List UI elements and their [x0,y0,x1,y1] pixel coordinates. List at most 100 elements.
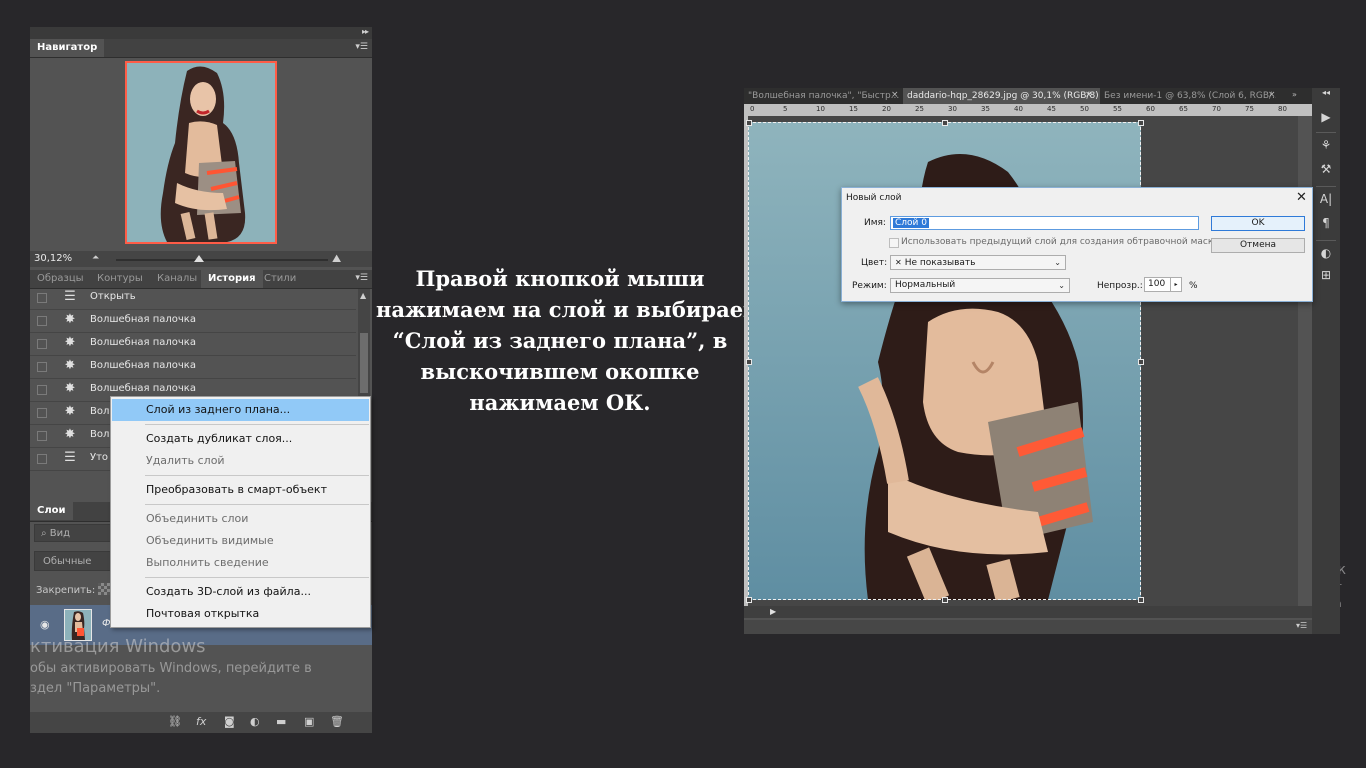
history-scrollbar-thumb[interactable] [360,333,368,393]
tab-layers[interactable]: Слои [30,502,73,520]
collapse-icon[interactable]: ◂◂ [1312,88,1340,97]
layers-filter-select[interactable]: ⌕ Вид [34,524,114,542]
document-tab[interactable]: Без имени-1 @ 63,8% (Слой 6, RGB/... [1100,88,1276,104]
brush-settings-icon[interactable]: ⚘ [1312,138,1340,152]
tab-styles[interactable]: Стили [257,270,303,288]
mode-select[interactable]: Нормальный ⌄ [890,278,1070,293]
adjustments-icon[interactable]: ◐ [1312,246,1340,260]
new-layer-icon[interactable]: ▣ [304,715,314,728]
mode-value: Нормальный [895,280,956,290]
color-select[interactable]: ✕ Не показывать ⌄ [890,255,1066,270]
menu-item-duplicate-layer[interactable]: Создать дубликат слоя... [112,428,369,450]
transform-handle[interactable] [746,597,752,603]
history-snapshot-checkbox[interactable] [37,408,47,418]
play-action-icon[interactable]: ▶ [1312,110,1340,124]
history-item[interactable]: ☰ Открыть [30,287,356,310]
status-menu-icon[interactable]: ▾☰ [1296,621,1307,630]
close-tab-icon[interactable]: × [1085,90,1093,100]
eye-icon[interactable]: ◉ [40,618,50,631]
history-item-label: Уто [90,452,109,463]
paragraph-icon[interactable]: ¶ [1312,216,1340,230]
layer-name-input[interactable]: Слой 0 [890,216,1199,230]
document-tab[interactable]: "Волшебная палочка", "Быстр... [744,88,907,104]
transform-handle[interactable] [1138,120,1144,126]
menu-item-merge-visible: Объединить видимые [146,534,274,547]
transform-handle[interactable] [746,120,752,126]
menu-separator [145,577,369,578]
cancel-button[interactable]: Отмена [1211,238,1305,253]
new-group-icon[interactable]: ▬ [276,715,286,728]
transform-handle[interactable] [1138,359,1144,365]
document-tab-label: "Волшебная палочка", "Быстр... [748,91,900,101]
history-snapshot-checkbox[interactable] [37,293,47,303]
history-snapshot-checkbox[interactable] [37,431,47,441]
tool-presets-icon[interactable]: ⚒ [1312,162,1340,176]
panel-dock-header: ▸▸ [30,27,372,39]
transform-handle[interactable] [746,359,752,365]
transform-handle[interactable] [1138,597,1144,603]
tab-swatches[interactable]: Образцы [30,270,91,288]
trash-icon[interactable]: 🗑 [330,715,344,728]
horizontal-scrollbar[interactable]: ▶ [744,606,1312,618]
windows-activation-title: ктивация Windows [30,636,206,657]
scroll-right-icon[interactable]: ▶ [770,607,776,616]
tool-separator [1316,186,1336,187]
history-snapshot-checkbox[interactable] [37,362,47,372]
clipping-mask-checkbox[interactable] [889,238,899,248]
tab-navigator[interactable]: Навигатор [30,39,105,57]
lock-transparency-icon[interactable] [98,583,110,595]
document-tab-active[interactable]: daddario-hqp_28629.jpg @ 30,1% (RGB/8) [903,88,1100,104]
tab-channels[interactable]: Каналы [150,270,204,288]
history-item[interactable]: ✸ Волшебная палочка [30,356,356,379]
panel-menu-icon[interactable]: ▾☰ [355,42,368,52]
menu-item-convert-smart-object[interactable]: Преобразовать в смарт-объект [112,479,369,501]
tab-history[interactable]: История [201,270,263,288]
history-item[interactable]: ✸ Волшебная палочка [30,310,356,333]
close-icon[interactable]: ✕ [1296,190,1307,205]
ruler-label: 20 [882,105,891,113]
zoom-in-icon[interactable]: ⛰ [332,252,341,266]
zoom-slider-thumb[interactable] [194,255,204,262]
history-snapshot-checkbox[interactable] [37,339,47,349]
history-snapshot-checkbox[interactable] [37,454,47,464]
opacity-label: Непрозр.: [1097,281,1143,291]
info-icon[interactable]: ⊞ [1312,268,1340,282]
adjustment-layer-icon[interactable]: ◐ [250,715,260,728]
ok-button[interactable]: OK [1211,216,1305,231]
menu-item-layer-from-background[interactable]: Слой из заднего плана... [112,399,369,421]
history-item[interactable]: ✸ Волшебная палочка [30,333,356,356]
opacity-input[interactable]: 100 ▸ [1144,277,1182,292]
zoom-out-icon[interactable]: ⏶ [92,253,99,263]
history-snapshot-checkbox[interactable] [37,385,47,395]
instruction-line: Правой кнопкой мыши [415,266,705,291]
dialog-title: Новый слой [846,193,902,203]
ruler-horizontal[interactable]: 0 5 10 15 20 25 30 35 40 45 50 55 60 65 … [744,104,1312,116]
navigator-thumbnail[interactable] [125,61,277,244]
transform-handle[interactable] [942,120,948,126]
navigator-zoom-row: 30,12% ⏶ ⛰ [30,251,372,267]
scroll-up-icon[interactable]: ▲ [360,291,366,300]
link-layers-icon[interactable]: ⛓ [168,715,182,728]
zoom-slider-track[interactable] [116,259,328,261]
instruction-line: выскочившем окошке [420,359,700,384]
character-icon[interactable]: A| [1312,192,1340,206]
close-tab-icon[interactable]: × [891,90,899,100]
panel-menu-icon[interactable]: ▾☰ [355,273,368,283]
history-snapshot-checkbox[interactable] [37,316,47,326]
windows-activation-text: обы активировать Windows, перейдите в [30,661,312,676]
more-tabs-icon[interactable]: » [1292,90,1297,99]
transform-handle[interactable] [942,597,948,603]
opacity-dropdown-icon[interactable]: ▸ [1170,278,1181,291]
tab-paths[interactable]: Контуры [90,270,150,288]
menu-item-postcard[interactable]: Почтовая открытка [112,603,369,625]
instruction-line: нажимаем на слой и выбираем [376,297,762,322]
blend-mode-select[interactable]: Обычные [34,551,114,571]
close-tab-icon[interactable]: × [1268,90,1276,100]
instruction-text: Правой кнопкой мыши нажимаем на слой и в… [376,263,762,418]
add-mask-icon[interactable]: ◙ [224,715,235,728]
zoom-value[interactable]: 30,12% [34,253,72,264]
layer-style-icon[interactable]: fx [196,715,206,728]
status-bar: ▾☰ [744,620,1312,634]
collapse-panels-icon[interactable]: ▸▸ [362,27,369,36]
menu-item-new-3d-layer[interactable]: Создать 3D-слой из файла... [112,581,369,603]
